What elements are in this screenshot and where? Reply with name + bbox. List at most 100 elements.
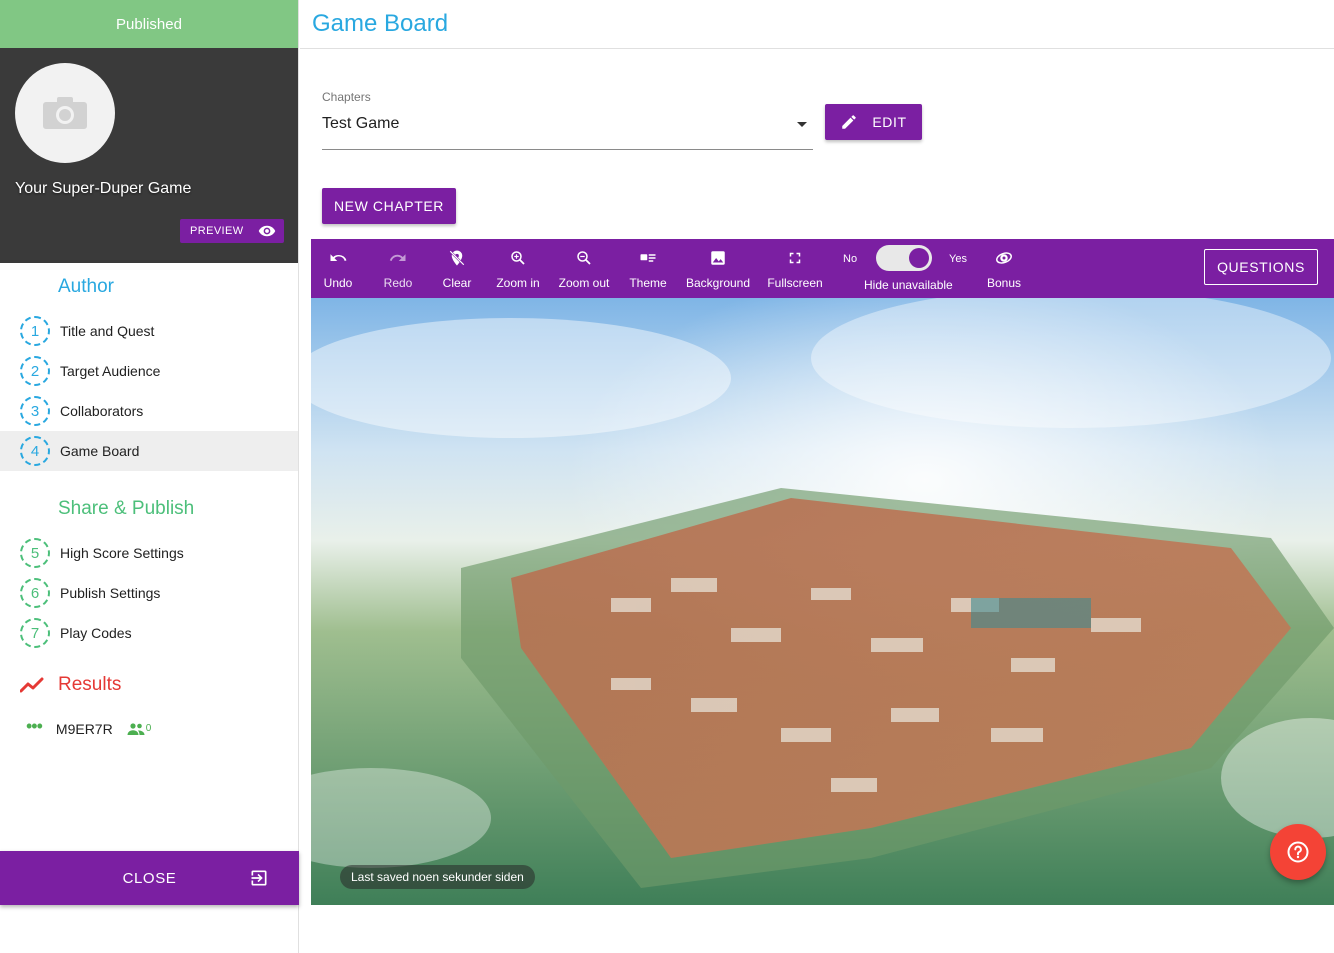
zoom-out-button[interactable]: Zoom out [558,239,610,298]
fullscreen-button[interactable]: Fullscreen [767,239,823,298]
redo-label: Redo [383,276,413,290]
close-label: CLOSE [122,869,177,887]
new-chapter-button[interactable]: NEW CHAPTER [322,188,456,224]
preview-label: PREVIEW [190,225,244,237]
zoom-out-icon [577,251,591,265]
clear-button[interactable]: Clear [441,239,473,298]
clear-label: Clear [442,276,472,290]
fullscreen-label: Fullscreen [767,276,823,290]
toggle-yes-label: Yes [949,253,967,265]
step-number: 4 [20,436,50,466]
close-button[interactable]: CLOSE [0,851,299,905]
zoom-in-label: Zoom in [496,276,540,290]
more-dots-icon[interactable]: ••• [26,717,43,735]
bonus-label: Bonus [986,276,1022,290]
exit-icon [251,870,267,886]
bonus-icon [996,252,1012,264]
fullscreen-icon [789,252,801,264]
game-board-canvas[interactable]: Last saved noen sekunder siden [311,298,1334,905]
preview-button[interactable]: PREVIEW [180,219,284,243]
player-count-value: 0 [145,723,152,734]
toggle-no-label: No [843,253,858,265]
author-title-text: Author [58,276,114,297]
step-number: 1 [20,316,50,346]
step-label: High Score Settings [60,545,184,561]
author-section-title: Author [0,263,298,311]
chapters-label: Chapters [322,90,371,104]
chapters-selected-value: Test Game [322,115,400,132]
undo-icon [330,254,347,261]
step-number: 6 [20,578,50,608]
zoom-out-label: Zoom out [558,276,610,290]
results-section-title[interactable]: Results [0,661,298,709]
step-label: Publish Settings [60,585,161,601]
trending-up-icon [20,677,44,693]
step-collaborators[interactable]: 3 Collaborators [0,391,298,431]
step-target-audience[interactable]: 2 Target Audience [0,351,298,391]
edit-button[interactable]: EDIT [825,104,922,140]
play-code: M9ER7R [55,721,113,737]
dropdown-arrow-icon [797,122,807,127]
step-label: Collaborators [60,403,144,419]
step-number: 2 [20,356,50,386]
step-label: Game Board [60,443,140,459]
main-content: Game Board Chapters Test Game EDIT NEW C… [300,0,1334,953]
bonus-button[interactable]: Bonus [987,239,1021,298]
published-status-bar: Published [0,0,298,48]
share-section-title: Share & Publish [0,485,298,533]
sidebar: Published Your Super-Duper Game PREVIEW … [0,0,299,953]
share-title-text: Share & Publish [58,498,195,519]
step-play-codes[interactable]: 7 Play Codes [0,613,298,653]
redo-icon [389,254,406,261]
published-status-text: Published [116,15,182,33]
undo-button[interactable]: Undo [323,239,353,298]
game-avatar[interactable] [15,63,115,163]
questions-button[interactable]: QUESTIONS [1204,249,1318,285]
results-title-text: Results [58,674,122,695]
page-title: Game Board [312,10,449,37]
group-icon [127,723,145,735]
step-number: 7 [20,618,50,648]
step-label: Target Audience [60,363,161,379]
player-count: 0 [127,723,152,735]
undo-label: Undo [323,276,353,290]
theme-label: Theme [629,276,667,290]
theme-button[interactable]: Theme [628,239,668,298]
game-title: Your Super-Duper Game [15,180,192,197]
board-toolbar: Undo Redo Clear Zoom in Zoom out Theme B… [311,239,1334,298]
step-number: 5 [20,538,50,568]
background-label: Background [685,276,751,290]
step-high-score-settings[interactable]: 5 High Score Settings [0,533,298,573]
chapters-select[interactable]: Chapters Test Game [322,90,813,150]
new-chapter-label: NEW CHAPTER [333,198,445,214]
game-hero: Your Super-Duper Game PREVIEW [0,48,298,263]
background-button[interactable]: Background [685,239,751,298]
redo-button[interactable]: Redo [383,239,413,298]
step-game-board[interactable]: 4 Game Board [0,431,298,471]
hide-unavailable-control: No Yes Hide unavailable [841,243,971,293]
step-label: Play Codes [60,625,132,641]
last-saved-status: Last saved noen sekunder siden [340,865,535,889]
step-number: 3 [20,396,50,426]
theme-icon [640,254,656,262]
hide-unavailable-label: Hide unavailable [864,278,953,292]
toggle-knob [909,248,929,268]
help-icon [1287,841,1309,863]
play-code-row[interactable]: ••• M9ER7R 0 [0,709,298,749]
hide-unavailable-toggle[interactable] [876,245,932,271]
edit-label: EDIT [872,114,907,130]
pencil-icon [842,115,857,129]
step-publish-settings[interactable]: 6 Publish Settings [0,573,298,613]
zoom-in-icon [511,251,525,265]
camera-icon [43,97,87,129]
step-title-and-quest[interactable]: 1 Title and Quest [0,311,298,351]
help-button[interactable] [1270,824,1326,880]
zoom-in-button[interactable]: Zoom in [495,239,541,298]
clear-icon [449,250,465,266]
board-background-image [311,298,1334,905]
image-icon [711,251,725,265]
page-header: Game Board [300,0,1334,49]
questions-label: QUESTIONS [1217,259,1305,275]
step-label: Title and Quest [60,323,155,339]
eye-icon [258,225,275,237]
